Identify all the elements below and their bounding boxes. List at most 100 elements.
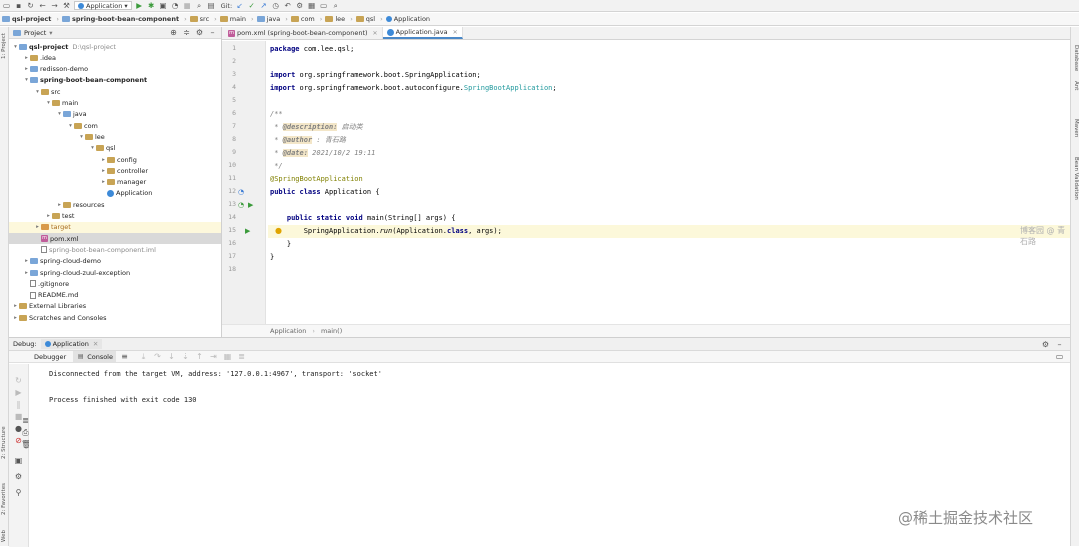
tree-item[interactable]: ▾ lee [9, 131, 221, 142]
hide-icon[interactable]: – [208, 28, 217, 37]
close-icon[interactable]: ✕ [93, 340, 98, 348]
git-update-icon[interactable]: ↙ [235, 1, 244, 10]
breadcrumb-class[interactable]: Application [270, 327, 306, 335]
tab-application-java[interactable]: Application.java ✕ [382, 27, 463, 39]
search-everywhere-icon[interactable]: ⌕ [331, 1, 340, 10]
tree-item[interactable]: ▸ spring-cloud-zuul-exception [9, 267, 221, 278]
tree-item[interactable]: ▾ com [9, 120, 221, 131]
chevron-down-icon[interactable]: ▾ [89, 145, 96, 151]
camera-icon[interactable]: ▣ [14, 456, 23, 465]
chevron-right-icon[interactable]: ▸ [23, 66, 30, 72]
git-history-icon[interactable]: ◷ [271, 1, 280, 10]
chevron-down-icon[interactable]: ▾ [34, 89, 41, 95]
chevron-down-icon[interactable]: ▾ [49, 29, 52, 37]
spring-bean-icon[interactable]: ◔ [238, 188, 244, 196]
breadcrumb-method[interactable]: main() [321, 327, 342, 335]
project-tool-button[interactable]: 1: Project [1, 33, 7, 59]
chevron-down-icon[interactable]: ▾ [12, 44, 19, 50]
spring-bean-icon[interactable]: ◔ [238, 201, 244, 209]
tree-item[interactable]: ▸ config [9, 154, 221, 165]
chevron-right-icon[interactable]: ▸ [45, 213, 52, 219]
structure-icon[interactable]: ▤ [207, 1, 216, 10]
tree-item[interactable]: m pom.xml [9, 233, 221, 245]
chevron-down-icon[interactable]: ▾ [45, 100, 52, 106]
git-push-icon[interactable]: ↗ [259, 1, 268, 10]
tree-item[interactable]: ▾ src [9, 86, 221, 97]
rerun-icon[interactable]: ↻ [14, 376, 23, 385]
run-gutter-icon[interactable]: ▶ [248, 201, 253, 209]
coverage-icon[interactable]: ▣ [159, 1, 168, 10]
crumb-application[interactable]: Application [385, 15, 430, 23]
stop-icon[interactable]: ■ [183, 1, 192, 10]
collapse-icon[interactable]: ≑ [182, 28, 191, 37]
show-execution-point-icon[interactable]: ⤓ [139, 352, 148, 361]
back-icon[interactable]: ← [38, 1, 47, 10]
chevron-right-icon[interactable]: ▸ [56, 202, 63, 208]
git-rollback-icon[interactable]: ↶ [283, 1, 292, 10]
chevron-down-icon[interactable]: ▾ [67, 123, 74, 129]
force-step-into-icon[interactable]: ⇣ [181, 352, 190, 361]
search-icon[interactable]: ⌕ [195, 1, 204, 10]
forward-icon[interactable]: → [50, 1, 59, 10]
ant-tool-button[interactable]: Ant [1073, 81, 1079, 90]
tree-item[interactable]: ▾ java [9, 109, 221, 120]
resume-icon[interactable]: ▶ [14, 388, 23, 397]
tab-pom-xml[interactable]: m pom.xml (spring-boot-bean-component) ✕ [224, 27, 383, 39]
step-out-icon[interactable]: ↑ [195, 352, 204, 361]
intention-bulb-icon[interactable]: ● [275, 226, 282, 235]
bean-validation-tool-button[interactable]: Bean Validation [1073, 157, 1079, 200]
chevron-right-icon[interactable]: ▸ [23, 55, 30, 61]
sync-icon[interactable]: ↻ [26, 1, 35, 10]
tree-item[interactable]: Application [9, 188, 221, 199]
structure-tool-button[interactable]: 2: Structure [1, 426, 7, 459]
chevron-right-icon[interactable]: ▸ [23, 258, 30, 264]
project-structure-icon[interactable]: ▦ [307, 1, 316, 10]
run-to-cursor-icon[interactable]: ⇥ [209, 352, 218, 361]
chevron-down-icon[interactable]: ▾ [56, 111, 63, 117]
chevron-down-icon[interactable]: ▾ [78, 134, 85, 140]
crumb-com[interactable]: com [290, 15, 315, 23]
pause-icon[interactable]: ‖ [14, 400, 23, 409]
crumb-main[interactable]: main [219, 15, 246, 23]
layout-icon[interactable]: ≡ [120, 352, 129, 361]
pin-icon[interactable]: ⚲ [14, 488, 23, 497]
chevron-right-icon[interactable]: ▸ [12, 315, 19, 321]
crumb-project[interactable]: qsl-project [2, 15, 51, 23]
tab-debugger[interactable]: Debugger [31, 351, 69, 362]
open-folder-icon[interactable]: ▭ [2, 1, 11, 10]
tree-item[interactable]: .gitignore [9, 278, 221, 289]
debug-icon[interactable]: ✱ [147, 1, 156, 10]
tree-item[interactable]: README.md [9, 290, 221, 301]
debug-session-tab[interactable]: Application ✕ [40, 339, 103, 349]
tree-item[interactable]: ▸ target [9, 221, 221, 233]
locate-icon[interactable]: ⊕ [169, 28, 178, 37]
code-area[interactable]: package com.lee.qsl; import org.springfr… [268, 41, 1070, 324]
tree-item[interactable]: ▸ resources [9, 199, 221, 210]
web-tool-button[interactable]: Web [1, 530, 7, 542]
tree-item[interactable]: ▾ spring-boot-bean-component [9, 75, 221, 86]
tree-item[interactable]: ▾ main [9, 98, 221, 109]
database-tool-button[interactable]: Database [1073, 45, 1079, 71]
crumb-lee[interactable]: lee [325, 15, 345, 23]
maven-tool-button[interactable]: Maven [1073, 119, 1079, 137]
chevron-right-icon[interactable]: ▸ [100, 179, 107, 185]
gear-icon[interactable]: ⚙ [14, 472, 23, 481]
chevron-down-icon[interactable]: ▾ [23, 77, 30, 83]
close-icon[interactable]: ✕ [453, 29, 458, 36]
crumb-src[interactable]: src [189, 15, 209, 23]
trace-icon[interactable]: ≣ [237, 352, 246, 361]
step-over-icon[interactable]: ↷ [153, 352, 162, 361]
chevron-right-icon[interactable]: ▸ [100, 157, 107, 163]
tree-item[interactable]: ▾ qsl-project D:\qsl-project [9, 41, 221, 52]
gear-icon[interactable]: ⚙ [1041, 340, 1050, 349]
close-icon[interactable]: ✕ [373, 30, 378, 37]
crumb-module[interactable]: spring-boot-bean-component [61, 15, 179, 23]
tree-item[interactable]: ▸ spring-cloud-demo [9, 256, 221, 267]
terminal-icon[interactable]: ▭ [319, 1, 328, 10]
build-hammer-icon[interactable]: ⚒ [62, 1, 71, 10]
chevron-right-icon[interactable]: ▸ [100, 168, 107, 174]
crumb-qsl[interactable]: qsl [355, 15, 375, 23]
tree-item[interactable]: ▸ redisson-demo [9, 64, 221, 75]
tree-item[interactable]: ▸ manager [9, 177, 221, 188]
chevron-right-icon[interactable]: ▸ [23, 270, 30, 276]
